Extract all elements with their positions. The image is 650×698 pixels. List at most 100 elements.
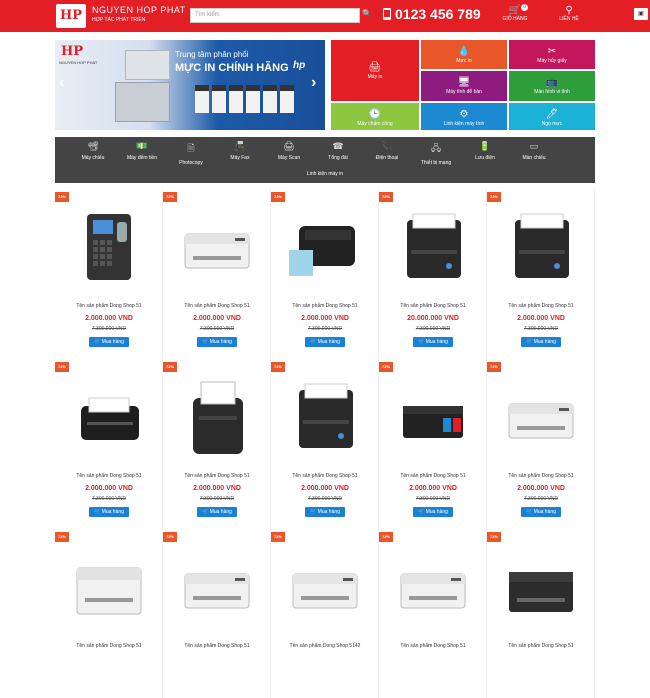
product-card[interactable]: 72% Tên sản phẩm Dong Shop 51 2.000.000 VN… bbox=[271, 358, 379, 528]
buy-button[interactable]: 🛒 Mua hàng bbox=[521, 337, 561, 347]
category-item[interactable]: ☎ Tổng đài bbox=[316, 141, 360, 161]
product-image[interactable] bbox=[393, 376, 473, 456]
hotline-number: 0123 456 789 bbox=[395, 6, 481, 22]
menu-toggle-button[interactable]: ▣ bbox=[634, 8, 648, 20]
product-card[interactable]: 72% Tên sản phẩm Dong Shop 51 2.000.000 VN… bbox=[487, 188, 595, 358]
product-name[interactable]: Tên sản phẩm Dong Shop 51 bbox=[55, 473, 163, 479]
product-name[interactable]: Tên sản phẩm Dong Shop 51 bbox=[487, 643, 595, 649]
category-tile[interactable]: 📺 Màn hình vi tính bbox=[509, 71, 595, 101]
chevron-left-icon[interactable]: ‹ bbox=[59, 74, 64, 92]
product-image[interactable] bbox=[177, 546, 257, 626]
product-image[interactable] bbox=[177, 206, 257, 286]
category-item[interactable]: ▭ Màn chiếu bbox=[512, 141, 556, 161]
product-price: 2.000.000 VND bbox=[517, 315, 565, 322]
buy-button[interactable]: 🛒 Mua hàng bbox=[305, 337, 345, 347]
buy-button[interactable]: 🛒 Mua hàng bbox=[521, 507, 561, 517]
fax-icon: 📠 bbox=[234, 141, 246, 151]
contact-button[interactable]: ⚲ LIÊN HỆ bbox=[556, 5, 582, 22]
buy-button[interactable]: 🛒 Mua hàng bbox=[89, 337, 129, 347]
money-counter-icon: 💵 bbox=[136, 141, 148, 151]
product-name[interactable]: Tên sản phẩm Dong Shop 51 bbox=[55, 303, 163, 309]
category-item[interactable]: 💵 Máy đếm tiền bbox=[120, 141, 164, 161]
product-image[interactable] bbox=[69, 546, 149, 626]
category-tile[interactable]: 🖥 Máy tính để bàn bbox=[421, 71, 507, 101]
discount-badge: 72% bbox=[487, 362, 501, 372]
product-card[interactable]: 72% Tên sản phẩm Dong Shop 51 bbox=[55, 528, 163, 698]
category-tile[interactable]: 🕒 Máy chấm công bbox=[331, 103, 419, 130]
category-item[interactable]: 📽 Máy chiếu bbox=[71, 141, 115, 161]
product-name[interactable]: Tên sản phẩm Dong Shop 51 bbox=[487, 303, 595, 309]
category-tile[interactable]: ✂ Máy hủy giấy bbox=[509, 40, 595, 69]
category-item-label: Tổng đài bbox=[328, 155, 348, 161]
product-name[interactable]: Tên sản phẩm Dong Shop 51 bbox=[271, 303, 379, 309]
category-tile[interactable]: ⚙ Linh kiện máy tính bbox=[421, 103, 507, 130]
product-card[interactable]: 72% Tên sản phẩm Dong Shop 51 bbox=[163, 528, 271, 698]
product-image[interactable] bbox=[501, 206, 581, 286]
discount-badge: 72% bbox=[55, 362, 69, 372]
buy-button[interactable]: 🛒 Mua hàng bbox=[413, 507, 453, 517]
discount-badge: 72% bbox=[55, 532, 69, 542]
product-name[interactable]: Tên sản phẩm Dong Shop 51 bbox=[379, 643, 487, 649]
product-card[interactable]: 72% Tên sản phẩm Dong Shop 51 bbox=[487, 528, 595, 698]
product-old-price: 7.300.000 VND bbox=[415, 326, 451, 332]
discount-badge: 72% bbox=[487, 192, 501, 202]
product-image[interactable] bbox=[177, 376, 257, 456]
product-card[interactable]: 72% Tên sản phẩm Dong Shop 51 2.000.000 VN… bbox=[163, 188, 271, 358]
product-card[interactable]: 72% Tên sản phẩm Dong Shop 51 bbox=[379, 528, 487, 698]
hero-banner[interactable]: HP NGUYEN HOP PHAT Trung tâm phân phối M… bbox=[55, 40, 325, 130]
product-card[interactable]: 72% Tên sản phẩm Dong Shop 51 2.000.000 VN… bbox=[271, 188, 379, 358]
product-image[interactable] bbox=[69, 376, 149, 456]
category-item[interactable]: 🖧 Thiết bị mạng bbox=[414, 141, 458, 166]
buy-button[interactable]: 🛒 Mua hàng bbox=[413, 337, 453, 347]
buy-button[interactable]: 🛒 Mua hàng bbox=[89, 507, 129, 517]
printer-icon: 🖨 bbox=[368, 62, 382, 73]
chevron-right-icon[interactable]: › bbox=[311, 74, 316, 92]
product-name[interactable]: Tên sản phẩm Dong Shop 51 bbox=[379, 303, 487, 309]
category-tile[interactable]: 🖨 Máy in bbox=[331, 40, 419, 101]
product-card[interactable]: 72% Tên sản phẩm Dong Shop 51 2.000.000 VN… bbox=[55, 358, 163, 528]
product-image[interactable] bbox=[69, 206, 149, 286]
product-name[interactable]: Tên sản phẩm Dong Shop 5142 bbox=[271, 643, 379, 649]
product-image[interactable] bbox=[393, 206, 473, 286]
product-old-price: 7.300.000 VND bbox=[199, 496, 235, 502]
product-name[interactable]: Tên sản phẩm Dong Shop 51 bbox=[55, 643, 163, 649]
category-item[interactable]: 📞 Điện thoại bbox=[365, 141, 409, 161]
product-image[interactable] bbox=[501, 546, 581, 626]
product-image[interactable] bbox=[285, 206, 365, 286]
product-old-price: 7.300.000 VND bbox=[91, 496, 127, 502]
product-card[interactable]: 72% Tên sản phẩm Dong Shop 51 2.000.000 VN… bbox=[55, 188, 163, 358]
product-card[interactable]: 72% Tên sản phẩm Dong Shop 51 2.000.000 VN… bbox=[163, 358, 271, 528]
search-input[interactable]: Tìm kiếm bbox=[190, 8, 360, 23]
product-card[interactable]: 72% Tên sản phẩm Dong Shop 5142 bbox=[271, 528, 379, 698]
buy-button[interactable]: 🛒 Mua hàng bbox=[197, 337, 237, 347]
product-card[interactable]: 72% Tên sản phẩm Dong Shop 51 20.000.000 V… bbox=[379, 188, 487, 358]
product-name[interactable]: Tên sản phẩm Dong Shop 51 bbox=[379, 473, 487, 479]
category-item[interactable]: 🔋 Lưu điện bbox=[463, 141, 507, 161]
product-name[interactable]: Tên sản phẩm Dong Shop 51 bbox=[163, 643, 271, 649]
discount-badge: 72% bbox=[271, 532, 285, 542]
product-name[interactable]: Tên sản phẩm Dong Shop 51 bbox=[163, 473, 271, 479]
category-item-label: Thiết bị mạng bbox=[420, 160, 452, 166]
buy-button[interactable]: 🛒 Mua hàng bbox=[305, 507, 345, 517]
product-image[interactable] bbox=[393, 546, 473, 626]
product-card[interactable]: 72% Tên sản phẩm Dong Shop 51 2.000.000 VN… bbox=[487, 358, 595, 528]
category-item-linh-kien-may-in[interactable]: Linh kiện máy in bbox=[285, 171, 365, 177]
cart-button[interactable]: 🛒 0 GIỎ HÀNG bbox=[498, 4, 532, 22]
gear-icon: ⚙ bbox=[459, 109, 469, 120]
category-item[interactable]: 🗎 Photocopy bbox=[169, 141, 213, 166]
product-name[interactable]: Tên sản phẩm Dong Shop 51 bbox=[163, 303, 271, 309]
product-name[interactable]: Tên sản phẩm Dong Shop 51 bbox=[487, 473, 595, 479]
product-card[interactable]: 72% Tên sản phẩm Dong Shop 51 2.000.000 VN… bbox=[379, 358, 487, 528]
buy-button[interactable]: 🛒 Mua hàng bbox=[197, 507, 237, 517]
search-icon[interactable]: 🔍 bbox=[362, 9, 372, 18]
category-tile[interactable]: 💧 Mực in bbox=[421, 40, 507, 69]
product-image[interactable] bbox=[285, 376, 365, 456]
category-item[interactable]: 📠 Máy Fax bbox=[218, 141, 262, 161]
product-image[interactable] bbox=[501, 376, 581, 456]
product-image[interactable] bbox=[285, 546, 365, 626]
category-tile[interactable]: 🖊 Ngọ mực bbox=[509, 103, 595, 130]
category-item[interactable]: 🖨 Máy Scan bbox=[267, 141, 311, 161]
site-logo[interactable]: HP bbox=[56, 4, 86, 28]
product-old-price: 7.300.000 VND bbox=[199, 326, 235, 332]
product-name[interactable]: Tên sản phẩm Dong Shop 51 bbox=[271, 473, 379, 479]
